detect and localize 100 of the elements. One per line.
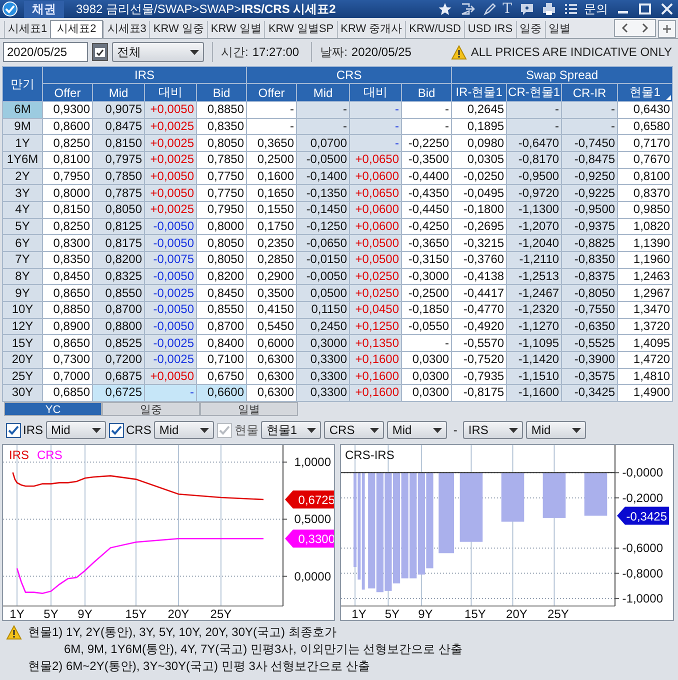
table-cell: 0,3650: [246, 134, 297, 152]
tab[interactable]: KRW 일별SP: [264, 21, 337, 38]
printer-icon[interactable]: [542, 2, 556, 16]
column-header[interactable]: Offer: [246, 84, 297, 102]
tenor-cell[interactable]: 12Y: [2, 318, 42, 335]
table-cell: -0,0050: [144, 218, 196, 235]
dropdown[interactable]: 현물1: [261, 421, 322, 439]
dropdown[interactable]: Mid: [526, 421, 586, 439]
table-cell: 0,8325: [92, 268, 144, 285]
table-cell: 0,8450: [196, 284, 247, 302]
table-cell: 0,6850: [42, 384, 92, 402]
tab[interactable]: YC: [4, 402, 102, 416]
tab[interactable]: 일별: [544, 21, 574, 38]
close-icon[interactable]: [660, 2, 674, 16]
tenor-cell[interactable]: 6Y: [2, 234, 42, 252]
column-header[interactable]: 대비: [144, 84, 196, 102]
dropdown[interactable]: Mid: [154, 421, 214, 439]
tab[interactable]: USD IRS: [464, 21, 516, 38]
tenor-cell[interactable]: 1Y: [2, 134, 42, 152]
dropdown[interactable]: Mid: [46, 421, 106, 439]
plus-icon[interactable]: [658, 20, 676, 38]
tab[interactable]: 일별: [200, 402, 298, 416]
check-circle-icon[interactable]: [2, 1, 18, 17]
table-cell: +0,1600: [350, 351, 402, 368]
font-tool-button[interactable]: T: [502, 1, 512, 17]
column-header[interactable]: 현물1: [618, 84, 673, 102]
maximize-icon[interactable]: [638, 2, 652, 16]
tenor-cell[interactable]: 2Y: [2, 168, 42, 185]
tab[interactable]: 일중: [516, 21, 545, 38]
tab[interactable]: KRW 일중: [149, 21, 207, 38]
help-bubble-icon[interactable]: [520, 2, 534, 16]
tenor-cell[interactable]: 9M: [2, 118, 42, 135]
tenor-cell[interactable]: 5Y: [2, 218, 42, 235]
time-label: 시간:: [221, 44, 248, 60]
inquiry-button[interactable]: 문의: [584, 0, 608, 18]
tenor-cell[interactable]: 20Y: [2, 351, 42, 368]
table-cell: -0,0050: [144, 301, 196, 318]
table-cell: 1,4900: [618, 384, 673, 402]
warning-icon: [450, 44, 467, 60]
table-cell: 0,8250: [42, 218, 92, 235]
date-field[interactable]: 2020/05/25: [3, 42, 88, 62]
list-icon[interactable]: [564, 2, 578, 16]
chart-bar: [501, 472, 524, 522]
column-header[interactable]: IR-현물1: [452, 84, 507, 102]
chart-bar: [584, 472, 608, 516]
table-cell: -0,1250: [296, 218, 350, 235]
tab[interactable]: KRW/USD: [405, 21, 464, 38]
table-cell: +0,0600: [350, 168, 402, 185]
tenor-cell[interactable]: 6M: [2, 102, 42, 118]
dropdown[interactable]: Mid: [387, 421, 448, 439]
export-icon[interactable]: [460, 2, 475, 16]
table-cell: 0,7875: [92, 184, 144, 202]
checkbox[interactable]: [6, 422, 21, 438]
pencil-icon[interactable]: [482, 2, 497, 16]
table-cell: 1,4810: [618, 368, 673, 385]
table-cell: 0,1750: [246, 218, 297, 235]
tenor-cell[interactable]: 9Y: [2, 284, 42, 302]
table-cell: 0,7170: [618, 134, 673, 152]
tenor-cell[interactable]: 10Y: [2, 301, 42, 318]
tenor-cell[interactable]: 1Y6M: [2, 151, 42, 168]
column-header[interactable]: Mid: [92, 84, 144, 102]
axis-label: 9Y: [78, 607, 92, 620]
tenor-cell[interactable]: 15Y: [2, 334, 42, 352]
table-cell: 0,2645: [452, 102, 507, 118]
table-cell: 0,0305: [452, 151, 507, 168]
column-header[interactable]: Mid: [296, 84, 350, 102]
tenor-cell[interactable]: 30Y: [2, 384, 42, 402]
tenor-cell[interactable]: 8Y: [2, 268, 42, 285]
filter-dropdown[interactable]: 전체: [112, 42, 204, 62]
calendar-icon[interactable]: [92, 43, 108, 61]
tab[interactable]: 일중: [102, 402, 200, 416]
column-header[interactable]: 만기: [2, 66, 42, 102]
table-cell: -0,8475: [562, 151, 618, 168]
table-cell: -: [350, 102, 402, 118]
tab[interactable]: KRW 일별: [206, 21, 264, 38]
dropdown[interactable]: CRS: [324, 421, 384, 439]
column-header[interactable]: CR-IR: [562, 84, 618, 102]
column-header[interactable]: CR-현물1: [506, 84, 562, 102]
tenor-cell[interactable]: 25Y: [2, 368, 42, 385]
tenor-cell[interactable]: 4Y: [2, 201, 42, 218]
table-cell: +0,0050: [144, 168, 196, 185]
table-cell: -0,0025: [144, 284, 196, 302]
tenor-cell[interactable]: 3Y: [2, 184, 42, 202]
axis-label: 1Y: [10, 607, 24, 620]
dropdown[interactable]: IRS: [463, 421, 524, 439]
tenor-cell[interactable]: 7Y: [2, 251, 42, 268]
star-icon[interactable]: [438, 2, 452, 16]
table-cell: -: [246, 102, 297, 118]
table-cell: 0,3300: [296, 384, 350, 402]
column-header[interactable]: Bid: [402, 84, 452, 102]
checkbox-label: CRS: [126, 423, 152, 437]
tab[interactable]: 시세표2: [50, 20, 104, 38]
column-header[interactable]: Bid: [196, 84, 247, 102]
tab[interactable]: 시세표3: [103, 21, 150, 38]
table-cell: +0,1250: [350, 318, 402, 335]
tab[interactable]: KRW 중개사: [336, 21, 406, 38]
column-header[interactable]: 대비: [350, 84, 402, 102]
checkbox[interactable]: [109, 422, 124, 438]
table-cell: -0,6470: [506, 134, 562, 152]
column-header[interactable]: Offer: [42, 84, 92, 102]
